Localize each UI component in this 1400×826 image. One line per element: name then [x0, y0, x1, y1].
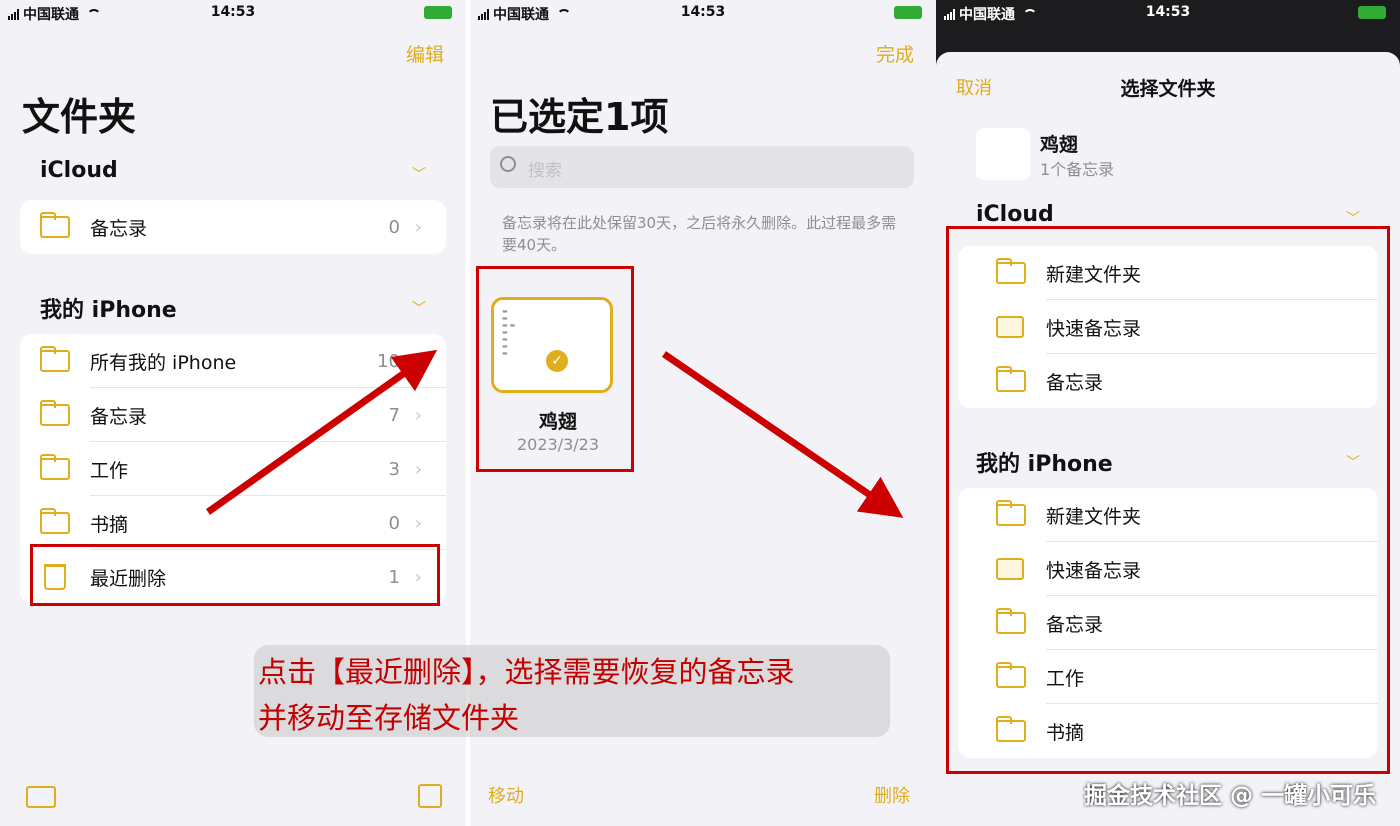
chevron-right-icon: › [414, 512, 422, 534]
folder-label: 备忘录 [90, 405, 148, 428]
search-placeholder: 搜索 [528, 161, 562, 181]
page-title: 文件夹 [22, 95, 137, 139]
clock: 14:53 [210, 4, 256, 20]
caption-line-1: 点击【最近删除】，选择需要恢复的备忘录 [258, 655, 795, 689]
folder-icon [40, 454, 70, 480]
icloud-section-title: iCloud [976, 202, 1054, 227]
caption-line-2: 并移动至存储文件夹 [258, 701, 520, 735]
folder-count: 3 [388, 458, 400, 480]
status-bar: 中国联通 14:53 [470, 0, 936, 26]
folder-icon [40, 508, 70, 534]
clock: 14:53 [680, 4, 726, 20]
status-bar: 中国联通 14:53 [936, 0, 1400, 26]
new-folder-icon[interactable] [26, 786, 56, 808]
done-button[interactable]: 完成 [876, 40, 914, 67]
compose-icon[interactable] [418, 784, 442, 808]
tutorial-composite: 中国联通 14:53 编辑 文件夹 iCloud ﹀ 备忘录 0 › 我的 iP… [0, 0, 1400, 826]
icloud-section-title: iCloud [40, 158, 118, 183]
note-thumbnail[interactable]: ▬ ▬ ▬ ▬ ▬ ▬ ▬ ▬ ✓ [491, 297, 613, 393]
note-title: 鸡翅 [1040, 134, 1079, 156]
folder-count: 0 [388, 512, 400, 534]
watermark: 掘金技术社区 @ 一罐小可乐 [1083, 783, 1376, 809]
checkmark-icon: ✓ [546, 350, 568, 372]
folder-label: 所有我的 iPhone [90, 351, 237, 374]
highlight-box: ▬ ▬ ▬ ▬ ▬ ▬ ▬ ▬ ✓ 鸡翅 2023/3/23 [476, 266, 634, 472]
search-icon [500, 156, 516, 172]
folder-label: 备忘录 [90, 217, 148, 240]
clock: 14:53 [1145, 4, 1191, 20]
delete-button[interactable]: 删除 [874, 782, 910, 808]
iphone-section-title: 我的 iPhone [40, 298, 177, 323]
folder-icon [40, 400, 70, 426]
folder-row[interactable]: 书摘 0 › [20, 496, 446, 550]
move-button[interactable]: 移动 [488, 782, 524, 808]
folder-count: 7 [388, 404, 400, 426]
battery-icon [1358, 6, 1386, 19]
icloud-folder-list: 备忘录 0 › [20, 200, 446, 254]
page-title: 已选定1项 [490, 95, 669, 139]
choose-folder-screen: 中国联通 14:53 取消 选择文件夹 鸡翅 1个备忘录 iCloud ﹀ 新建… [936, 0, 1400, 826]
chevron-down-icon[interactable]: ﹀ [1346, 208, 1360, 228]
battery-icon [424, 6, 452, 19]
chevron-right-icon: › [414, 404, 422, 426]
folder-label: 工作 [90, 459, 129, 482]
edit-button[interactable]: 编辑 [406, 40, 444, 67]
folder-icon [40, 346, 70, 372]
folder-label: 书摘 [90, 513, 129, 536]
status-bar: 中国联通 14:53 [0, 0, 466, 26]
folder-icon [40, 212, 70, 238]
highlight-box [946, 226, 1390, 774]
chevron-down-icon[interactable]: ﹀ [412, 298, 426, 318]
chevron-down-icon[interactable]: ﹀ [412, 164, 426, 184]
note-date: 2023/3/23 [516, 435, 600, 454]
chevron-right-icon: › [414, 216, 422, 238]
folder-count: 10 [377, 350, 400, 372]
folder-row[interactable]: 所有我的 iPhone 10 › [20, 334, 446, 388]
note-thumbnail [976, 128, 1030, 180]
note-count: 1个备忘录 [1040, 160, 1115, 179]
folder-row[interactable]: 工作 3 › [20, 442, 446, 496]
battery-icon [894, 6, 922, 19]
instruction-caption: 点击【最近删除】，选择需要恢复的备忘录 并移动至存储文件夹 [254, 645, 890, 737]
folder-count: 0 [388, 216, 400, 238]
folder-row[interactable]: 备忘录 7 › [20, 388, 446, 442]
sheet-title: 选择文件夹 [1120, 78, 1216, 100]
folder-row[interactable]: 备忘录 0 › [20, 200, 446, 254]
retention-info: 备忘录将在此处保留30天，之后将永久删除。此过程最多需要40天。 [502, 214, 897, 254]
note-title: 鸡翅 [538, 411, 577, 433]
chevron-right-icon: › [414, 350, 422, 372]
highlight-box [30, 544, 440, 606]
note-preview-lines: ▬ ▬ ▬ ▬ ▬ ▬ ▬ ▬ [502, 308, 516, 357]
search-field[interactable]: 搜索 [490, 146, 914, 188]
chevron-right-icon: › [414, 458, 422, 480]
toolbar [0, 768, 466, 826]
